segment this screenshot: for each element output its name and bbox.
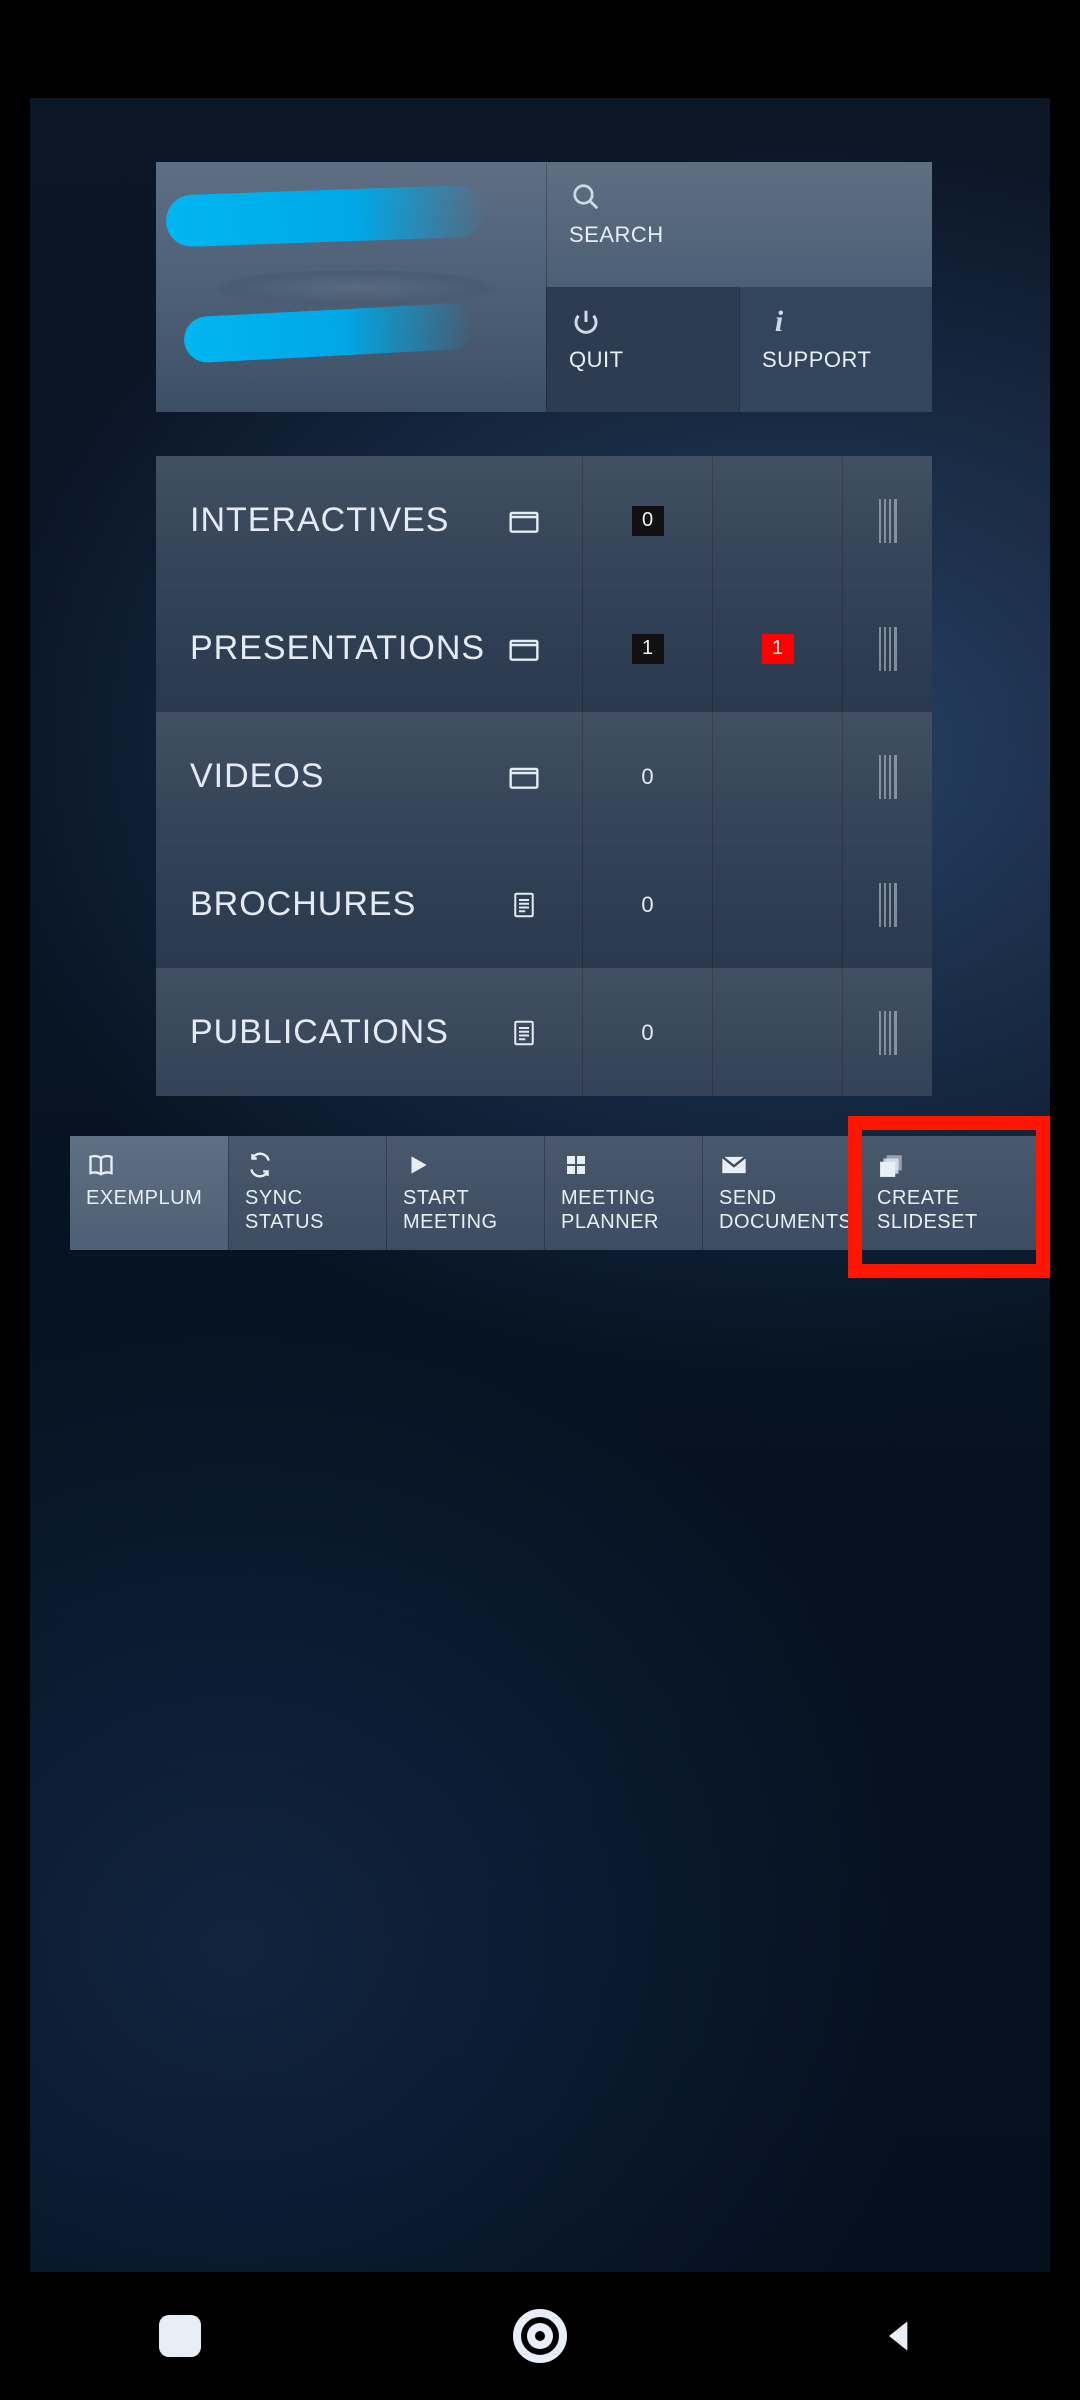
category-alert-count: 1 [712,585,842,712]
exemplum-button[interactable]: EXEMPLUM [70,1136,228,1250]
toolbar-label: CREATE SLIDESET [877,1186,1022,1234]
grid-icon [561,1150,591,1180]
stack-icon [877,1150,907,1180]
nav-home-button[interactable] [505,2301,575,2371]
category-row-publications[interactable]: PUBLICATIONS 0 [156,968,932,1096]
app-screen: SEARCH QUIT i SUPPORT INTERACTIVES0PRESE… [30,98,1050,2272]
drag-handle-icon [842,713,932,840]
document-icon [466,841,582,968]
info-icon: i [762,305,796,339]
category-count: 0 [582,969,712,1096]
start-meeting-button[interactable]: START MEETING [386,1136,544,1250]
book-icon [86,1150,116,1180]
nav-recent-button[interactable] [145,2301,215,2371]
play-icon [403,1150,433,1180]
category-count: 0 [582,457,712,584]
search-icon [569,180,603,214]
nav-back-button[interactable] [865,2301,935,2371]
category-row-interactives[interactable]: INTERACTIVES 0 [156,456,932,584]
bottom-toolbar: EXEMPLUM SYNC STATUS START MEETING MEETING … [70,1136,1038,1250]
category-row-presentations[interactable]: PRESENTATIONS 11 [156,584,932,712]
drag-handle-icon [842,585,932,712]
category-name: PRESENTATIONS [156,629,466,668]
toolbar-label: SYNC STATUS [245,1186,370,1234]
toolbar-label: EXEMPLUM [86,1186,212,1210]
search-button[interactable]: SEARCH [546,162,932,287]
create-slideset-button[interactable]: CREATE SLIDESET [860,1136,1038,1250]
meeting-planner-button[interactable]: MEETING PLANNER [544,1136,702,1250]
quit-label: QUIT [569,347,717,373]
category-name: VIDEOS [156,757,466,796]
toolbar-label: MEETING PLANNER [561,1186,686,1234]
category-count: 0 [582,713,712,840]
category-name: BROCHURES [156,885,466,924]
category-alert-count [712,457,842,584]
quit-button[interactable]: QUIT [546,287,739,412]
category-row-videos[interactable]: VIDEOS 0 [156,712,932,840]
drag-handle-icon [842,969,932,1096]
power-icon [569,305,603,339]
support-button[interactable]: i SUPPORT [739,287,932,412]
support-label: SUPPORT [762,347,910,373]
folder-icon [466,585,582,712]
sync-status-button[interactable]: SYNC STATUS [228,1136,386,1250]
category-alert-count [712,969,842,1096]
category-alert-count [712,841,842,968]
category-count: 0 [582,841,712,968]
category-list: INTERACTIVES0PRESENTATIONS11VIDEOS0BROCH… [156,456,932,1096]
brand-logo [156,162,546,412]
category-name: PUBLICATIONS [156,1013,466,1052]
send-documents-button[interactable]: SEND DOCUMENTS [702,1136,860,1250]
android-nav-bar [0,2272,1080,2400]
sync-icon [245,1150,275,1180]
drag-handle-icon [842,841,932,968]
toolbar-label: SEND DOCUMENTS [719,1186,844,1234]
toolbar-label: START MEETING [403,1186,528,1234]
category-row-brochures[interactable]: BROCHURES 0 [156,840,932,968]
category-count: 1 [582,585,712,712]
folder-icon [466,713,582,840]
drag-handle-icon [842,457,932,584]
category-name: INTERACTIVES [156,501,466,540]
top-panel: SEARCH QUIT i SUPPORT [156,162,932,412]
mail-icon [719,1150,749,1180]
category-alert-count [712,713,842,840]
document-icon [466,969,582,1096]
folder-icon [466,457,582,584]
search-label: SEARCH [569,222,910,248]
